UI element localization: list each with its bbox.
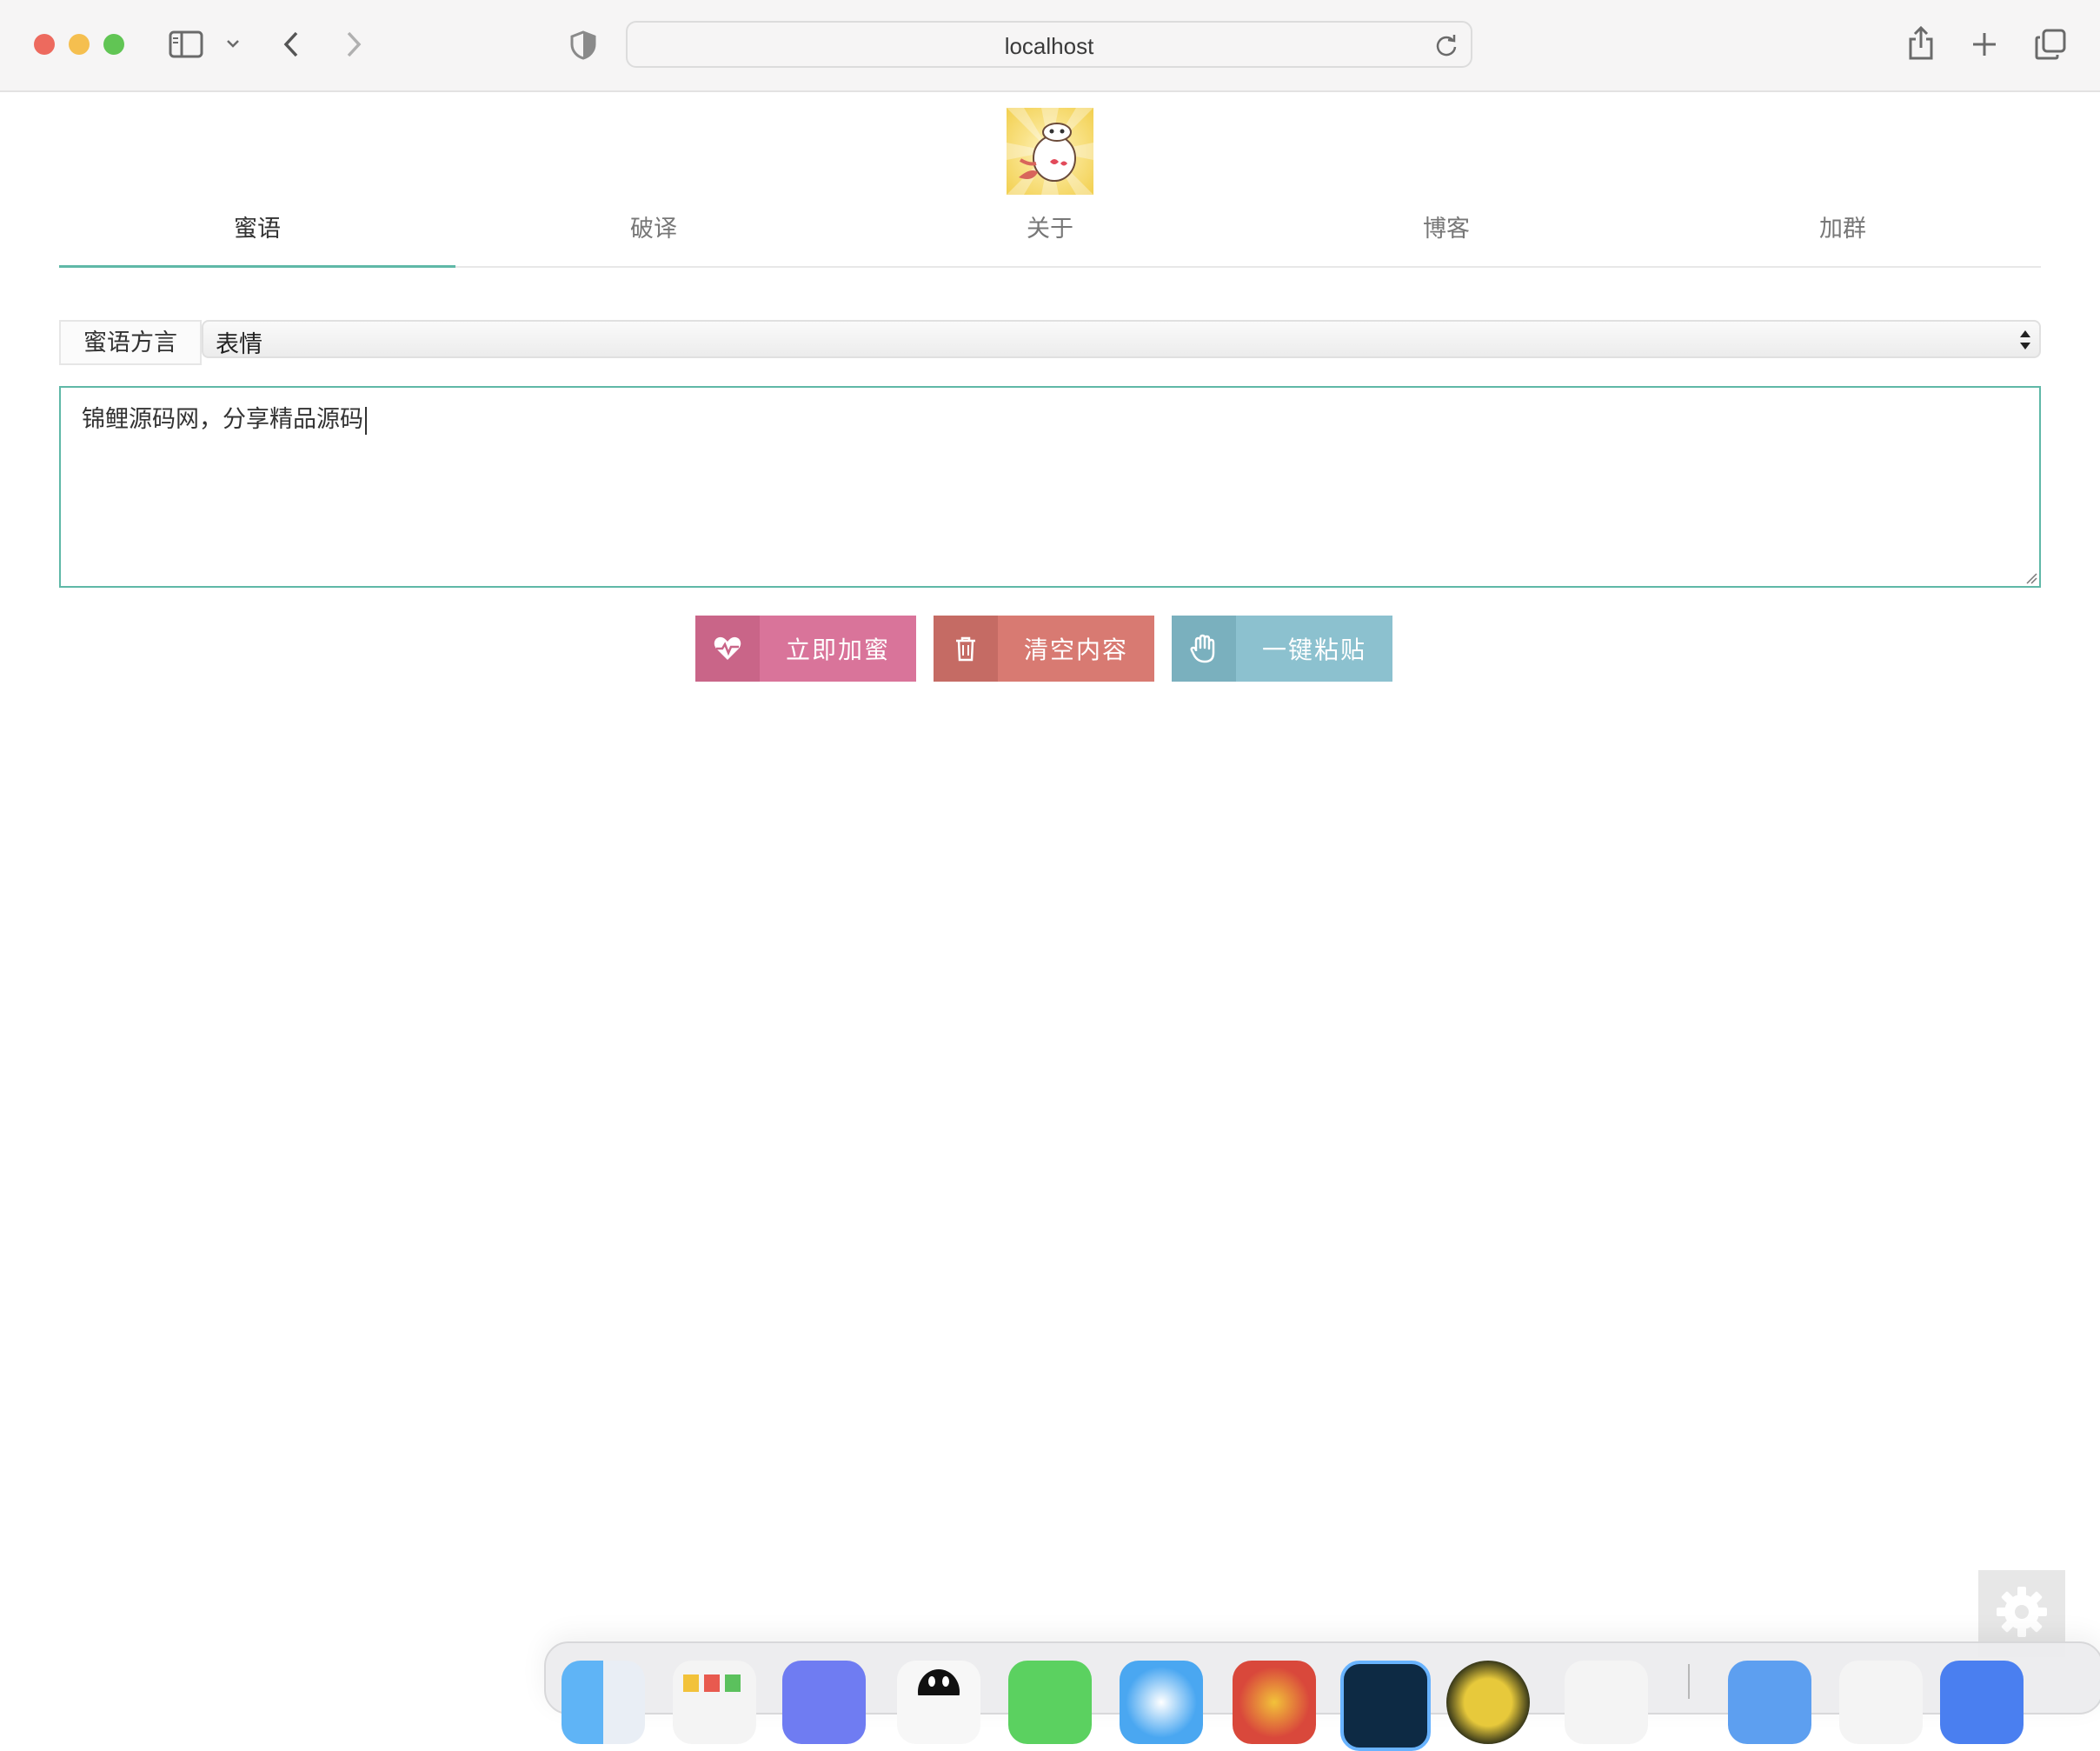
dock-separator [1688, 1664, 1690, 1699]
dock-app-chrome[interactable] [1233, 1661, 1316, 1744]
sidebar-icon[interactable] [169, 30, 203, 59]
dialect-label: 蜜语方言 [59, 320, 202, 365]
dock-app-photoshop[interactable] [1340, 1661, 1431, 1751]
share-icon[interactable] [1905, 23, 1937, 63]
encrypt-button-label: 立即加蜜 [785, 636, 890, 664]
message-textarea[interactable]: 锦鲤源码网，分享精品源码 [59, 386, 2041, 588]
tab-encrypt[interactable]: 蜜语 [59, 198, 455, 268]
dock-app-maps[interactable] [1565, 1661, 1648, 1744]
trash-icon [934, 616, 998, 682]
tab-overview-icon[interactable] [2034, 28, 2067, 61]
select-arrows-icon [2017, 327, 2034, 353]
tab-about[interactable]: 关于 [852, 198, 1248, 266]
address-text: localhost [1004, 33, 1094, 59]
close-window-button[interactable] [34, 34, 55, 55]
clear-button[interactable]: 清空内容 [934, 616, 1154, 682]
minimize-window-button[interactable] [69, 34, 90, 55]
dialect-row: 蜜语方言 表情 [59, 320, 2041, 367]
paste-button[interactable]: 一键粘贴 [1172, 616, 1392, 682]
address-bar[interactable]: localhost [626, 21, 1472, 68]
forward-icon[interactable] [341, 28, 367, 61]
new-tab-icon[interactable] [1970, 30, 1999, 59]
reload-icon[interactable] [1434, 33, 1459, 57]
back-icon[interactable] [278, 28, 304, 61]
hand-icon [1172, 616, 1236, 682]
dock-app-safari[interactable] [1120, 1661, 1203, 1744]
privacy-shield-icon[interactable] [570, 30, 596, 61]
dock-app-word[interactable] [1940, 1661, 2024, 1744]
dock-app-telegram[interactable] [1728, 1661, 1811, 1744]
dock-app-wechat[interactable] [1008, 1661, 1092, 1744]
resize-grip-icon[interactable] [2024, 570, 2037, 584]
message-text: 锦鲤源码网，分享精品源码 [82, 400, 367, 435]
tab-blog[interactable]: 博客 [1248, 198, 1645, 266]
tab-join-group[interactable]: 加群 [1645, 198, 2041, 266]
main-tabs: 蜜语 破译 关于 博客 加群 [59, 198, 2041, 268]
clear-button-label: 清空内容 [1023, 636, 1128, 664]
paste-button-label: 一键粘贴 [1261, 636, 1366, 664]
dialect-selected-value: 表情 [216, 331, 262, 358]
gear-icon [1995, 1585, 2049, 1642]
dock-app-pen-tool[interactable] [1839, 1661, 1923, 1744]
dock [544, 1641, 2100, 1751]
dock-app-qq[interactable] [897, 1661, 980, 1744]
heartbeat-icon [695, 616, 760, 682]
dock-app-ultraedit[interactable] [1446, 1661, 1530, 1744]
zoom-window-button[interactable] [103, 34, 124, 55]
dock-app-finder[interactable] [562, 1661, 645, 1744]
site-logo [1007, 108, 1093, 195]
dock-app-launchpad[interactable] [673, 1661, 756, 1744]
encrypt-button[interactable]: 立即加蜜 [695, 616, 916, 682]
tab-decrypt[interactable]: 破译 [455, 198, 852, 266]
dock-app-dingtalk[interactable] [782, 1661, 866, 1744]
browser-toolbar: localhost [0, 0, 2100, 92]
chevron-down-icon[interactable] [224, 35, 242, 52]
dialect-select[interactable]: 表情 [202, 320, 2041, 358]
